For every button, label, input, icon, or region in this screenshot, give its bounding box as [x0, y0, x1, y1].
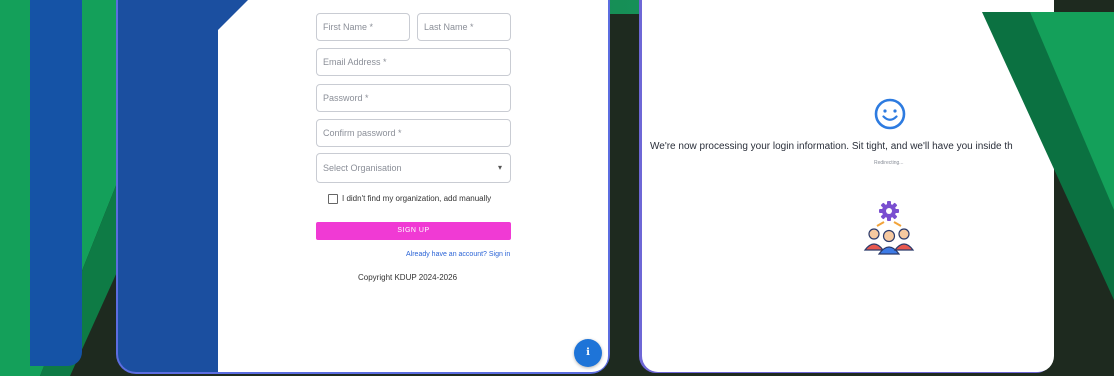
last-name-field[interactable]: Last Name *	[417, 13, 511, 41]
team-settings-icon	[862, 198, 916, 256]
copyright-text: Copyright KDUP 2024-2026	[358, 273, 458, 282]
first-name-field[interactable]: First Name *	[316, 13, 410, 41]
organisation-select[interactable]: Select Organisation ▾	[316, 153, 511, 183]
manual-org-checkbox-label: I didn't find my organization, add manua…	[342, 194, 492, 203]
email-field[interactable]: Email Address *	[316, 48, 511, 76]
processing-card	[642, 0, 1054, 372]
redirect-hint: Redirecting...	[874, 160, 904, 166]
password-field[interactable]: Password *	[316, 84, 511, 112]
sign-up-button[interactable]: SIGN UP	[316, 222, 511, 240]
manual-org-checkbox[interactable]	[328, 194, 338, 204]
info-fab-button[interactable]: ℹ	[574, 339, 602, 367]
smiley-icon	[873, 97, 907, 131]
confirm-password-field[interactable]: Confirm password *	[316, 119, 511, 147]
info-icon: ℹ	[586, 347, 590, 358]
organisation-select-value: Select Organisation	[323, 163, 402, 173]
background-blue-panel	[30, 0, 82, 366]
sign-in-link[interactable]: Already have an account? Sign in	[406, 251, 510, 258]
caret-down-icon: ▾	[497, 163, 502, 172]
processing-message: We're now processing your login informat…	[650, 141, 1013, 152]
